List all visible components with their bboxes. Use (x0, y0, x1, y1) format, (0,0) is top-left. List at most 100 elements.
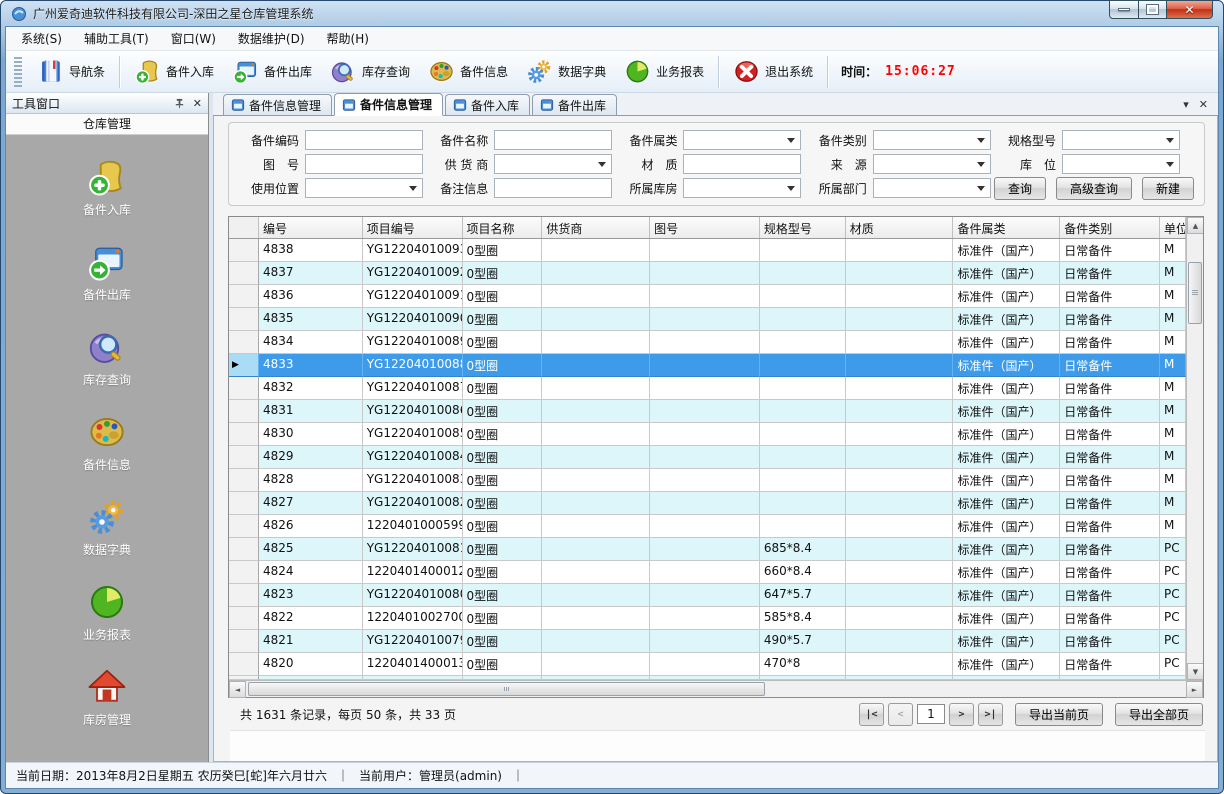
sidebar-item[interactable]: 备件信息 (83, 412, 131, 473)
vertical-scroll-thumb[interactable] (1188, 262, 1202, 324)
table-row[interactable]: 4828YG122040100830型圈标准件（国产）日常备件M (229, 469, 1186, 492)
table-row[interactable]: 482212204010027000型圈585*8.4标准件（国产）日常备件PC (229, 607, 1186, 630)
horizontal-scroll-thumb[interactable] (248, 682, 765, 696)
menu-item[interactable]: 数据维护(D) (227, 26, 316, 51)
table-row[interactable]: 482412204014000120型圈660*8.4标准件（国产）日常备件PC (229, 561, 1186, 584)
column-header[interactable]: 单位 (1160, 217, 1186, 238)
close-icon[interactable]: ✕ (193, 97, 202, 110)
menu-item[interactable]: 帮助(H) (316, 26, 380, 51)
table-row[interactable]: 4829YG122040100840型圈标准件（国产）日常备件M (229, 446, 1186, 469)
search-select[interactable] (1062, 154, 1180, 174)
column-header[interactable]: 项目编号 (363, 217, 463, 238)
column-header[interactable]: 备件类别 (1060, 217, 1160, 238)
scroll-up-icon[interactable]: ▲ (1187, 217, 1203, 234)
page-number-input[interactable]: 1 (917, 704, 945, 724)
chevron-down-icon (783, 132, 799, 148)
table-row[interactable]: 482612204010005990型圈标准件（国产）日常备件M (229, 515, 1186, 538)
toolbar-button[interactable]: 备件入库 (125, 54, 223, 89)
search-input[interactable] (305, 130, 423, 150)
sidebar-item[interactable]: 库存查询 (83, 327, 131, 388)
scroll-left-icon[interactable]: ◄ (229, 681, 246, 698)
table-cell (846, 515, 954, 538)
column-header[interactable]: 供货商 (542, 217, 650, 238)
tab[interactable]: 备件出库 (532, 94, 617, 115)
horizontal-scrollbar[interactable]: ◄ ► (229, 680, 1203, 697)
toolbar-button[interactable]: 业务报表 (615, 54, 713, 89)
sidebar-item[interactable]: 备件出库 (83, 242, 131, 303)
search-input[interactable] (494, 130, 612, 150)
sidebar-item[interactable]: 备件入库 (83, 157, 131, 218)
sidebar-item[interactable]: 数据字典 (83, 497, 131, 558)
search-select[interactable] (305, 178, 423, 198)
search-select[interactable] (683, 178, 801, 198)
table-row[interactable]: 4830YG122040100850型圈标准件（国产）日常备件M (229, 423, 1186, 446)
vertical-scrollbar[interactable]: ▲ ▼ (1186, 217, 1203, 680)
search-input[interactable] (683, 154, 801, 174)
parts-info-icon (87, 412, 127, 452)
toolbar-button[interactable]: 导航条 (28, 54, 114, 89)
toolbar-button[interactable]: 备件出库 (223, 54, 321, 89)
column-header[interactable]: 备件属类 (953, 217, 1060, 238)
sidebar-item[interactable]: 业务报表 (83, 582, 131, 643)
horizontal-scroll-track[interactable] (246, 681, 1186, 697)
table-cell: 4824 (259, 561, 363, 584)
prev-page-button[interactable]: < (888, 703, 913, 726)
column-header[interactable]: 规格型号 (760, 217, 846, 238)
search-select[interactable] (873, 178, 991, 198)
vertical-scroll-track[interactable] (1187, 234, 1203, 663)
column-header[interactable]: 编号 (259, 217, 363, 238)
table-row[interactable]: ▶4833YG122040100880型圈标准件（国产）日常备件M (229, 354, 1186, 377)
search-select[interactable] (1062, 130, 1180, 150)
table-row[interactable]: 4831YG122040100860型圈标准件（国产）日常备件M (229, 400, 1186, 423)
table-row[interactable]: 4821YG122040100790型圈490*5.7标准件（国产）日常备件PC (229, 630, 1186, 653)
toolbar-button[interactable]: 退出系统 (724, 54, 822, 89)
menu-item[interactable]: 窗口(W) (160, 26, 227, 51)
table-row[interactable]: 4835YG122040100900型圈标准件（国产）日常备件M (229, 308, 1186, 331)
column-header[interactable]: 项目名称 (463, 217, 543, 238)
toolbar-button[interactable]: 数据字典 (517, 54, 615, 89)
minimize-button[interactable] (1109, 0, 1139, 19)
close-button[interactable]: ✕ (1167, 0, 1213, 19)
first-page-button[interactable]: |< (859, 703, 884, 726)
export-current-page-button[interactable]: 导出当前页 (1015, 703, 1103, 726)
next-page-button[interactable]: > (949, 703, 974, 726)
toolbar-button[interactable]: 备件信息 (419, 54, 517, 89)
table-row[interactable]: 4837YG122040100920型圈标准件（国产）日常备件M (229, 262, 1186, 285)
search-select[interactable] (494, 154, 612, 174)
search-input[interactable] (305, 154, 423, 174)
close-icon[interactable]: ✕ (1199, 98, 1208, 111)
table-row[interactable]: 4838YG122040100930型圈标准件（国产）日常备件M (229, 239, 1186, 262)
query-button[interactable]: 查询 (994, 177, 1046, 200)
new-button[interactable]: 新建 (1142, 177, 1194, 200)
scroll-right-icon[interactable]: ► (1186, 681, 1203, 698)
export-all-pages-button[interactable]: 导出全部页 (1115, 703, 1203, 726)
sidebar-item[interactable]: 库房管理 (83, 667, 131, 728)
advanced-query-button[interactable]: 高级查询 (1056, 177, 1132, 200)
tab[interactable]: 备件信息管理 (334, 93, 443, 116)
table-row[interactable]: 4827YG122040100820型圈标准件（国产）日常备件M (229, 492, 1186, 515)
table-row[interactable]: 482012204014000130型圈470*8标准件（国产）日常备件PC (229, 653, 1186, 676)
search-select[interactable] (873, 130, 991, 150)
table-row[interactable]: 4823YG122040100800型圈647*5.7标准件（国产）日常备件PC (229, 584, 1186, 607)
table-row[interactable]: 4832YG122040100870型圈标准件（国产）日常备件M (229, 377, 1186, 400)
toolbar-grip[interactable] (14, 57, 22, 87)
table-row[interactable]: 4834YG122040100890型圈标准件（国产）日常备件M (229, 331, 1186, 354)
menu-item[interactable]: 系统(S) (10, 26, 73, 51)
search-select[interactable] (873, 154, 991, 174)
pin-icon[interactable] (174, 98, 185, 109)
scroll-down-icon[interactable]: ▼ (1187, 663, 1203, 680)
menu-item[interactable]: 辅助工具(T) (73, 26, 160, 51)
last-page-button[interactable]: >| (978, 703, 1003, 726)
search-select[interactable] (683, 130, 801, 150)
search-input[interactable] (494, 178, 612, 198)
maximize-button[interactable] (1139, 0, 1167, 19)
column-header[interactable]: 图号 (650, 217, 760, 238)
toolbar-button[interactable]: 库存查询 (321, 54, 419, 89)
table-row[interactable]: 4836YG122040100910型圈标准件（国产）日常备件M (229, 285, 1186, 308)
tab[interactable]: 备件信息管理 (223, 94, 332, 115)
tab[interactable]: 备件入库 (445, 94, 530, 115)
chevron-down-icon[interactable]: ▾ (1183, 98, 1189, 111)
table-row[interactable]: 4825YG122040100810型圈685*8.4标准件（国产）日常备件PC (229, 538, 1186, 561)
column-header[interactable]: 材质 (846, 217, 954, 238)
table-cell (650, 492, 760, 515)
